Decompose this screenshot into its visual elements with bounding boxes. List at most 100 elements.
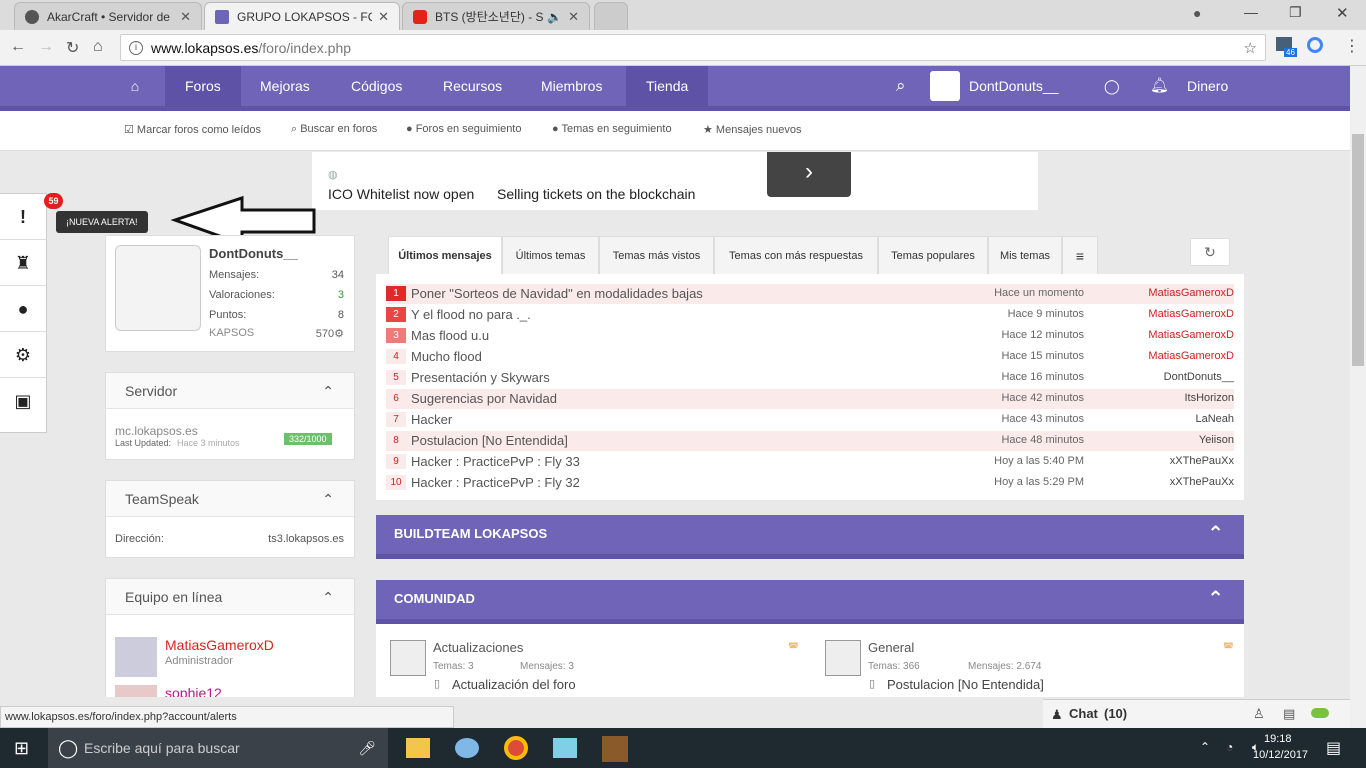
thread-title[interactable]: Poner "Sorteos de Navidad" en modalidade… xyxy=(411,286,703,301)
staff-member-name[interactable]: MatiasGameroxD xyxy=(165,637,274,653)
nav-recursos[interactable]: Recursos xyxy=(423,66,522,106)
ts-address[interactable]: ts3.lokapsos.es xyxy=(268,533,344,545)
menu-kebab-icon[interactable]: ⋮ xyxy=(1344,36,1360,56)
thread-title[interactable]: Hacker : PracticePvP : Fly 32 xyxy=(411,475,580,490)
chat-toggle[interactable] xyxy=(1311,708,1329,718)
tab-my-threads[interactable]: Mis temas xyxy=(988,236,1062,274)
table-row[interactable]: 5 Presentación y Skywars Hace 16 minutos… xyxy=(386,368,1234,388)
staff-member-name[interactable]: sophie12 xyxy=(165,685,222,697)
chevron-up-icon[interactable]: ⌃ xyxy=(322,481,334,517)
staff-avatar[interactable] xyxy=(115,637,157,677)
thread-user[interactable]: DontDonuts__ xyxy=(1164,371,1234,383)
new-tab-button[interactable] xyxy=(594,2,628,30)
chat-bar[interactable]: ♟ Chat (10) ♙ ▤ xyxy=(1043,699,1350,728)
nav-foros[interactable]: Foros xyxy=(165,66,241,106)
browser-tab-akarcraft[interactable]: AkarCraft • Servidor de M ✕ xyxy=(14,2,202,30)
thread-title[interactable]: Presentación y Skywars xyxy=(411,370,550,385)
search-forums-link[interactable]: ⌕ Buscar en foros xyxy=(291,123,377,136)
teamspeak-header[interactable]: TeamSpeak ⌃ xyxy=(106,481,354,517)
table-row[interactable]: 9 Hacker : PracticePvP : Fly 33 Hoy a la… xyxy=(386,452,1234,472)
chevron-up-icon[interactable]: ⌃ xyxy=(1207,580,1224,618)
thread-user[interactable]: LaNeah xyxy=(1195,413,1234,425)
thread-user[interactable]: MatiasGameroxD xyxy=(1148,350,1234,362)
reload-icon[interactable]: ↻ xyxy=(66,38,79,58)
rss-icon[interactable]: ◚ xyxy=(1223,641,1234,654)
site-info-icon[interactable]: i xyxy=(129,40,143,55)
alerts-exclamation-icon[interactable]: ! xyxy=(0,194,46,240)
thread-title[interactable]: Hacker xyxy=(411,412,452,427)
forum-last-post[interactable]: Postulacion [No Entendida] xyxy=(887,677,1044,692)
forward-icon[interactable]: → xyxy=(38,38,54,56)
close-tab-icon[interactable]: ✕ xyxy=(568,9,579,25)
gears-icon[interactable]: ⚙ xyxy=(0,332,46,378)
close-window-icon[interactable]: ✕ xyxy=(1336,4,1349,22)
table-row[interactable]: 6 Sugerencias por Navidad Hace 42 minuto… xyxy=(386,389,1234,409)
close-tab-icon[interactable]: ✕ xyxy=(180,9,191,25)
thread-title[interactable]: Postulacion [No Entendida] xyxy=(411,433,568,448)
wifi-icon[interactable]: ◔ xyxy=(1226,740,1233,754)
scrollbar-thumb[interactable] xyxy=(1352,134,1364,366)
chevron-up-icon[interactable]: ⌃ xyxy=(322,579,334,615)
tab-most-viewed[interactable]: Temas más vistos xyxy=(599,236,714,274)
minecraft-icon[interactable] xyxy=(602,736,628,762)
browser-tab-youtube[interactable]: BTS (방탄소년단) - Sa 🔈 ✕ xyxy=(402,2,590,30)
profile-name[interactable]: DontDonuts__ xyxy=(209,246,298,261)
page-scrollbar[interactable] xyxy=(1350,66,1366,728)
back-icon[interactable]: ← xyxy=(10,38,26,56)
tab-more-menu-icon[interactable]: ≡ xyxy=(1062,236,1098,274)
extension-g-icon[interactable] xyxy=(1307,37,1323,53)
nav-miembros[interactable]: Miembros xyxy=(521,66,622,106)
search-icon[interactable]: ⌕ xyxy=(876,66,926,106)
table-row[interactable]: 10 Hacker : PracticePvP : Fly 32 Hoy a l… xyxy=(386,473,1234,493)
microphone-icon[interactable]: 🎤︎ xyxy=(358,728,376,768)
category-buildteam[interactable]: BUILDTEAM LOKAPSOS ⌃ xyxy=(376,515,1244,559)
nav-mejoras[interactable]: Mejoras xyxy=(240,66,330,106)
rss-icon[interactable]: ◚ xyxy=(788,641,799,654)
category-comunidad[interactable]: COMUNIDAD ⌃ xyxy=(376,580,1244,624)
forum-last-post[interactable]: Actualización del foro xyxy=(452,677,576,692)
thread-title[interactable]: Mucho flood xyxy=(411,349,482,364)
forum-general-icon[interactable] xyxy=(825,640,861,676)
forum-updates-icon[interactable] xyxy=(390,640,426,676)
chat-label[interactable]: Chat xyxy=(1069,706,1098,721)
table-row[interactable]: 3 Mas flood u.u Hace 12 minutos MatiasGa… xyxy=(386,326,1234,346)
thread-title[interactable]: Sugerencias por Navidad xyxy=(411,391,557,406)
server-header[interactable]: Servidor ⌃ xyxy=(106,373,354,409)
tray-chevron-icon[interactable]: ⌃ xyxy=(1200,740,1210,754)
profile-avatar[interactable] xyxy=(115,245,201,331)
nav-codigos[interactable]: Códigos xyxy=(331,66,422,106)
staff-avatar[interactable] xyxy=(115,685,157,697)
bookmark-star-icon[interactable]: ☆ xyxy=(1244,39,1257,57)
chevron-up-icon[interactable]: ⌃ xyxy=(322,373,334,409)
watched-forums-link[interactable]: ● Foros en seguimiento xyxy=(406,123,521,135)
ad-chevron-right-icon[interactable]: › xyxy=(767,152,851,197)
thread-title[interactable]: Hacker : PracticePvP : Fly 33 xyxy=(411,454,580,469)
chat-bubble-icon[interactable]: ● xyxy=(0,286,46,332)
chrome-icon[interactable] xyxy=(504,736,528,760)
tab-latest-threads[interactable]: Últimos temas xyxy=(502,236,599,274)
thread-user[interactable]: MatiasGameroxD xyxy=(1148,287,1234,299)
advertisement-banner[interactable]: ◍ ICO Whitelist now open Selling tickets… xyxy=(312,152,1038,210)
thread-title[interactable]: Mas flood u.u xyxy=(411,328,489,343)
table-row[interactable]: 4 Mucho flood Hace 15 minutos MatiasGame… xyxy=(386,347,1234,367)
castle-icon[interactable]: ♜ xyxy=(0,240,46,286)
notifications-icon[interactable]: ▤ xyxy=(1326,738,1341,758)
paint-icon[interactable] xyxy=(455,738,479,758)
table-row[interactable]: 7 Hacker Hace 43 minutos LaNeah xyxy=(386,410,1234,430)
file-explorer-icon[interactable] xyxy=(406,738,430,758)
tab-popular[interactable]: Temas populares xyxy=(878,236,988,274)
thread-user[interactable]: MatiasGameroxD xyxy=(1148,329,1234,341)
app-icon[interactable] xyxy=(553,738,577,758)
tab-most-replies[interactable]: Temas con más respuestas xyxy=(714,236,878,274)
close-tab-icon[interactable]: ✕ xyxy=(378,9,389,25)
thread-user[interactable]: MatiasGameroxD xyxy=(1148,308,1234,320)
browser-tab-lokapsos[interactable]: GRUPO LOKAPSOS - FOR ✕ xyxy=(204,2,400,30)
profile-icon[interactable]: ● xyxy=(1193,5,1201,21)
address-bar[interactable]: i www.lokapsos.es/foro/index.php ☆ xyxy=(120,34,1266,61)
nav-tienda[interactable]: Tienda xyxy=(626,66,708,106)
clock-time[interactable]: 19:18 xyxy=(1264,733,1292,745)
refresh-icon[interactable]: ↻ xyxy=(1190,238,1230,266)
clock-date[interactable]: 10/12/2017 xyxy=(1253,749,1308,761)
table-row[interactable]: 1 Poner "Sorteos de Navidad" en modalida… xyxy=(386,284,1234,304)
table-row[interactable]: 2 Y el flood no para ._. Hace 9 minutos … xyxy=(386,305,1234,325)
